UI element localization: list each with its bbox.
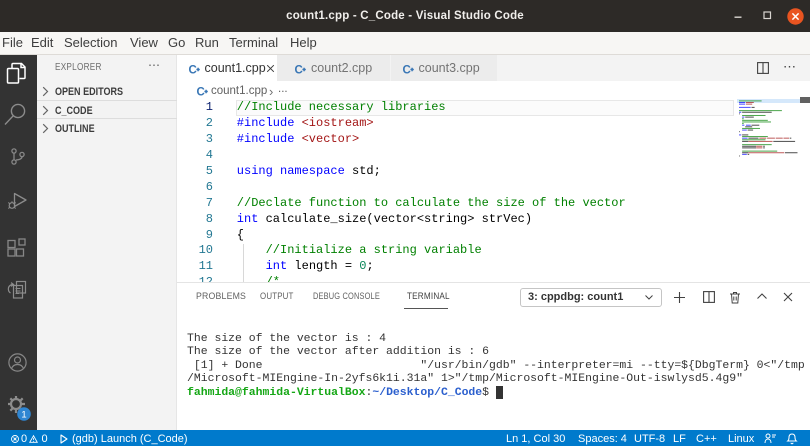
svg-text:C: C — [403, 64, 411, 76]
svg-text:C: C — [189, 64, 197, 76]
svg-text:C: C — [197, 86, 205, 98]
svg-text:C: C — [295, 64, 303, 76]
svg-text:1: 1 — [21, 409, 26, 420]
